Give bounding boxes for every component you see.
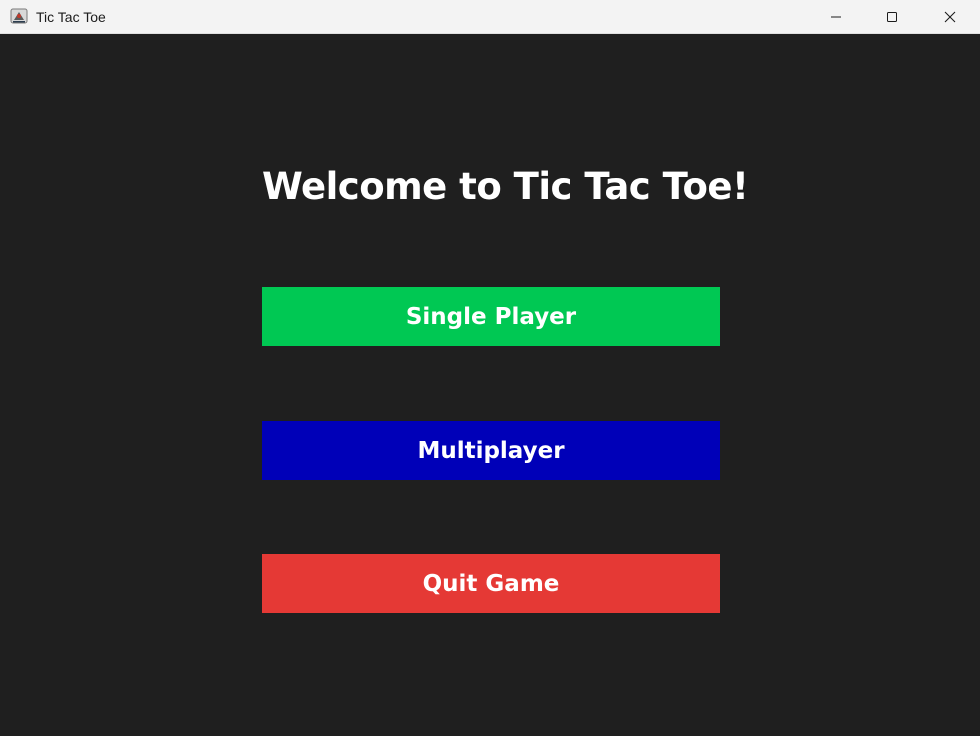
window-title: Tic Tac Toe <box>36 9 106 25</box>
app-window: Tic Tac Toe Welcome to Tic Tac Toe! Sing… <box>0 0 980 736</box>
multiplayer-button[interactable]: Multiplayer <box>262 421 720 480</box>
single-player-label: Single Player <box>405 303 577 330</box>
quit-game-button[interactable]: Quit Game <box>262 554 720 613</box>
title-bar[interactable]: Tic Tac Toe <box>0 0 980 34</box>
multiplayer-label: Multiplayer <box>417 437 565 464</box>
maximize-button[interactable] <box>864 0 920 34</box>
main-menu-panel: Welcome to Tic Tac Toe! Single Player Mu… <box>0 34 980 736</box>
close-button[interactable] <box>922 0 978 34</box>
quit-game-label: Quit Game <box>422 570 560 597</box>
minimize-button[interactable] <box>808 0 864 34</box>
welcome-heading: Welcome to Tic Tac Toe! <box>262 165 749 208</box>
single-player-button[interactable]: Single Player <box>262 287 720 346</box>
minimize-icon <box>831 16 841 18</box>
java-app-icon <box>10 8 28 24</box>
maximize-icon <box>887 12 897 22</box>
close-icon <box>944 11 956 23</box>
